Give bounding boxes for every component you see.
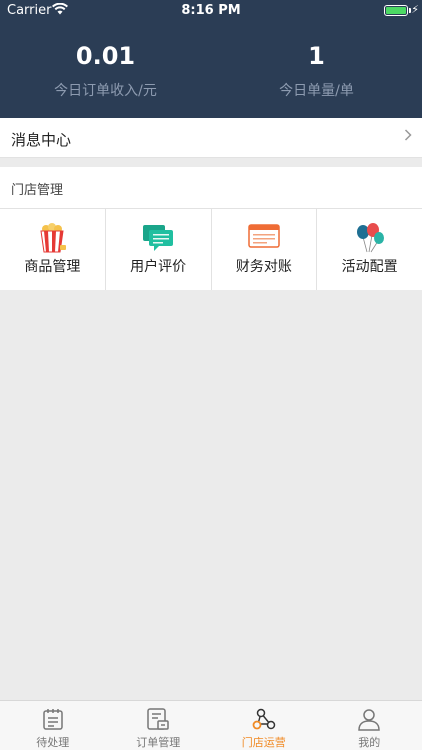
tab-pending-label: 待处理 [36,736,70,749]
store-management-header: 门店管理 [0,167,422,209]
product-management-label: 商品管理 [24,259,81,275]
store-management-grid: 商品管理 用户评价 财务对账 活动配置 [0,209,422,290]
clock: 8:16 PM [181,3,241,18]
campaign-settings-button[interactable]: 活动配置 [317,209,422,290]
store-management-title: 门店管理 [11,183,64,198]
user-reviews-label: 用户评价 [130,259,187,275]
message-center-label: 消息中心 [11,131,72,149]
user-reviews-button[interactable]: 用户评价 [106,209,212,290]
store-network-icon [211,707,317,731]
tab-bar: 待处理 订单管理 门店运营 我的 [0,700,422,750]
tab-store-operations[interactable]: 门店运营 [211,701,317,750]
tab-profile[interactable]: 我的 [317,701,422,750]
tab-profile-label: 我的 [358,736,381,749]
tab-pending[interactable]: 待处理 [0,701,106,750]
browser-window-icon [212,223,317,251]
financial-reconciliation-button[interactable]: 财务对账 [212,209,318,290]
income-stat[interactable]: 0.01 今日订单收入/元 [0,42,211,100]
notepad-icon [0,707,106,731]
status-bar: Carrier 8:16 PM ⚡ [0,0,422,22]
tab-store-operations-label: 门店运营 [241,736,286,749]
header-panel: Carrier 8:16 PM ⚡ 0.01 今日订单收入/元 1 今日单量/单 [0,0,422,118]
product-management-button[interactable]: 商品管理 [0,209,106,290]
message-center-row[interactable]: 消息中心 [0,118,422,158]
order-count-value: 1 [308,42,325,70]
order-count-label: 今日单量/单 [279,83,354,99]
campaign-settings-label: 活动配置 [341,259,398,275]
tab-orders[interactable]: 订单管理 [106,701,212,750]
income-label: 今日订单收入/元 [54,83,157,99]
tab-orders-label: 订单管理 [136,736,181,749]
financial-reconciliation-label: 财务对账 [235,259,292,275]
balloons-icon [317,223,422,253]
chevron-right-icon [404,129,412,145]
popcorn-icon [0,223,105,253]
income-value: 0.01 [75,42,136,70]
charging-icon: ⚡ [411,3,419,16]
battery-icon [384,5,408,16]
chat-bubbles-icon [106,223,211,251]
person-icon [317,707,422,731]
order-list-icon [106,707,212,731]
order-count-stat[interactable]: 1 今日单量/单 [211,42,422,100]
